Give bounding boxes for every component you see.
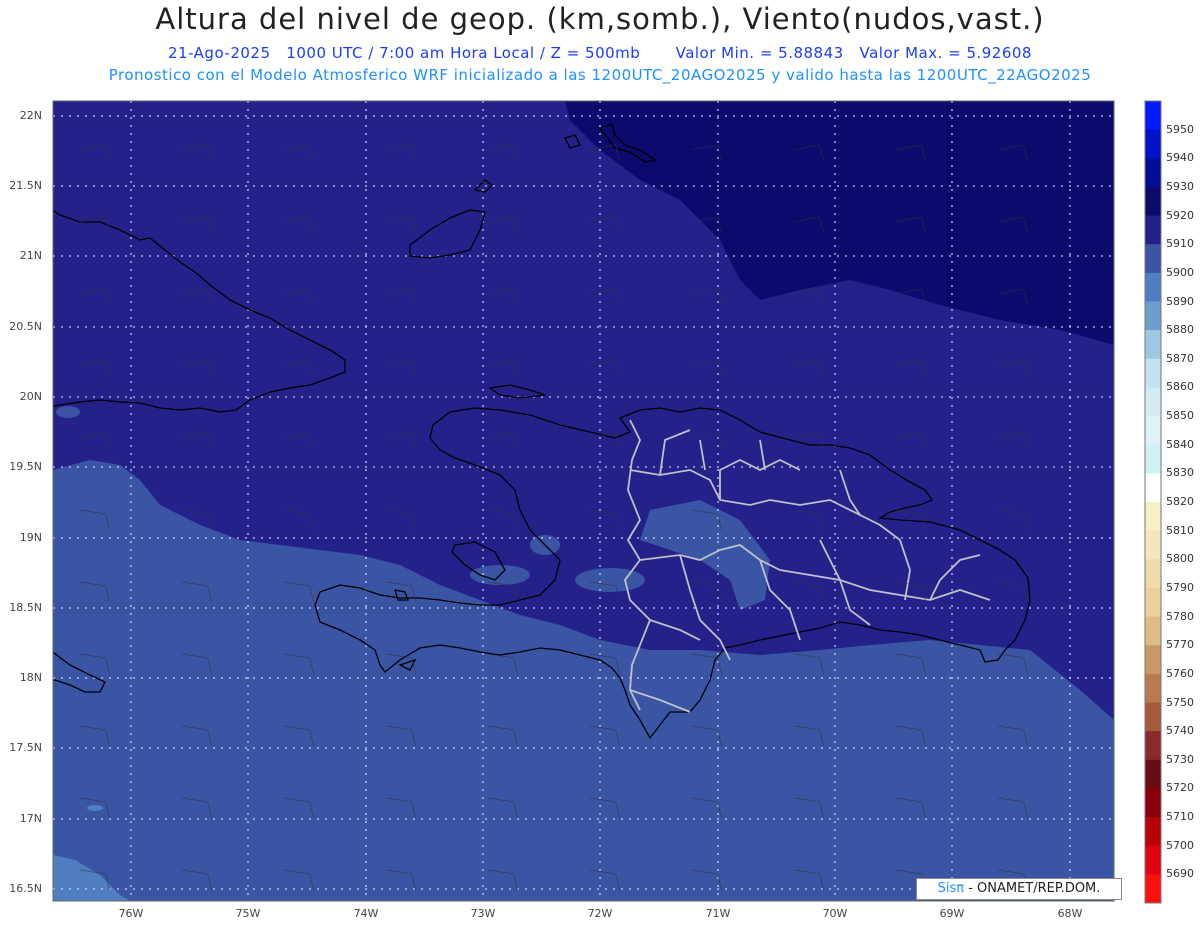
colorbar-label: 5850 <box>1166 409 1194 423</box>
lon-label: 76W <box>118 907 144 920</box>
colorbar-swatch <box>1145 272 1161 302</box>
colorbar-label: 5690 <box>1166 867 1194 881</box>
colorbar-swatch <box>1145 129 1161 159</box>
colorbar-label: 5890 <box>1166 294 1194 308</box>
colorbar-label: 5710 <box>1166 810 1194 824</box>
colorbar-label: 5900 <box>1166 265 1194 279</box>
colorbar-swatch <box>1145 330 1161 360</box>
lon-label: 73W <box>470 907 496 920</box>
colorbar-swatch <box>1145 387 1161 417</box>
colorbar-swatch <box>1145 186 1161 216</box>
colorbar-swatch <box>1145 158 1161 188</box>
lon-label: 70W <box>822 907 848 920</box>
colorbar-label: 5750 <box>1166 695 1194 709</box>
lon-label: 74W <box>353 907 379 920</box>
colorbar-swatch <box>1145 215 1161 245</box>
colorbar-label: 5770 <box>1166 638 1194 652</box>
colorbar-swatch <box>1145 416 1161 446</box>
colorbar-swatch <box>1145 444 1161 474</box>
colorbar-label: 5870 <box>1166 351 1194 365</box>
colorbar-label: 5790 <box>1166 580 1194 594</box>
lon-label: 68W <box>1057 907 1083 920</box>
colorbar-swatch <box>1145 874 1161 904</box>
lat-label: 21.5N <box>9 179 42 192</box>
lon-label: 71W <box>705 907 731 920</box>
colorbar-swatch <box>1145 559 1161 589</box>
lat-label: 20.5N <box>9 320 42 333</box>
lat-label: 21N <box>19 249 42 262</box>
lat-label: 17N <box>19 812 42 825</box>
colorbar-label: 5780 <box>1166 609 1194 623</box>
colorbar-label: 5940 <box>1166 151 1194 165</box>
colorbar-swatch <box>1145 731 1161 761</box>
colorbar-label: 5730 <box>1166 752 1194 766</box>
colorbar-swatch <box>1145 502 1161 532</box>
colorbar-label: 5810 <box>1166 523 1194 537</box>
colorbar-swatch <box>1145 673 1161 703</box>
colorbar-label: 5860 <box>1166 380 1194 394</box>
colorbar <box>1144 100 1162 904</box>
colorbar-label: 5930 <box>1166 179 1194 193</box>
credit-org: - ONAMET/REP.DOM. <box>964 881 1101 896</box>
colorbar-label: 5800 <box>1166 552 1194 566</box>
lat-label: 20N <box>19 390 42 403</box>
colorbar-swatch <box>1145 358 1161 388</box>
lat-label: 18.5N <box>9 601 42 614</box>
colorbar-swatch <box>1145 845 1161 875</box>
lon-label: 72W <box>587 907 613 920</box>
lon-label: 69W <box>939 907 965 920</box>
lon-label: 75W <box>235 907 261 920</box>
colorbar-label: 5720 <box>1166 781 1194 795</box>
colorbar-swatch <box>1145 759 1161 789</box>
colorbar-swatch <box>1145 616 1161 646</box>
shaded-field <box>53 101 1114 901</box>
colorbar-swatch <box>1145 587 1161 617</box>
colorbar-swatch <box>1145 301 1161 331</box>
colorbar-swatch <box>1145 530 1161 560</box>
colorbar-swatch <box>1145 244 1161 274</box>
colorbar-swatch <box>1145 702 1161 732</box>
lat-label: 19.5N <box>9 460 42 473</box>
colorbar-label: 5840 <box>1166 437 1194 451</box>
colorbar-swatch <box>1145 473 1161 503</box>
colorbar-label: 5820 <box>1166 495 1194 508</box>
colorbar-label: 5920 <box>1166 208 1194 222</box>
lat-label: 19N <box>19 531 42 544</box>
colorbar-label: 5740 <box>1166 724 1194 738</box>
colorbar-label: 5910 <box>1166 237 1194 251</box>
colorbar-swatch <box>1145 101 1161 131</box>
colorbar-swatch <box>1145 817 1161 847</box>
colorbar-label: 5700 <box>1166 838 1194 852</box>
credit-box: Sisπ - ONAMET/REP.DOM. <box>916 878 1122 900</box>
colorbar-label: 5880 <box>1166 323 1194 337</box>
geopotential-map <box>52 100 1162 904</box>
lat-label: 16.5N <box>9 882 42 895</box>
lat-label: 17.5N <box>9 741 42 754</box>
credit-brand: Sisπ <box>937 881 965 896</box>
colorbar-label: 5950 <box>1166 122 1194 136</box>
lat-label: 18N <box>19 671 42 684</box>
colorbar-swatch <box>1145 788 1161 818</box>
colorbar-swatch <box>1145 645 1161 675</box>
colorbar-label: 5760 <box>1166 666 1194 680</box>
lat-label: 22N <box>19 109 42 122</box>
colorbar-label: 5830 <box>1166 466 1194 480</box>
